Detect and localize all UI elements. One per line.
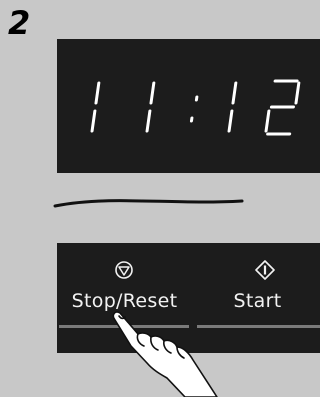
stop-icon xyxy=(114,260,134,280)
start-icon xyxy=(255,260,275,280)
pointing-hand-icon xyxy=(112,311,218,397)
